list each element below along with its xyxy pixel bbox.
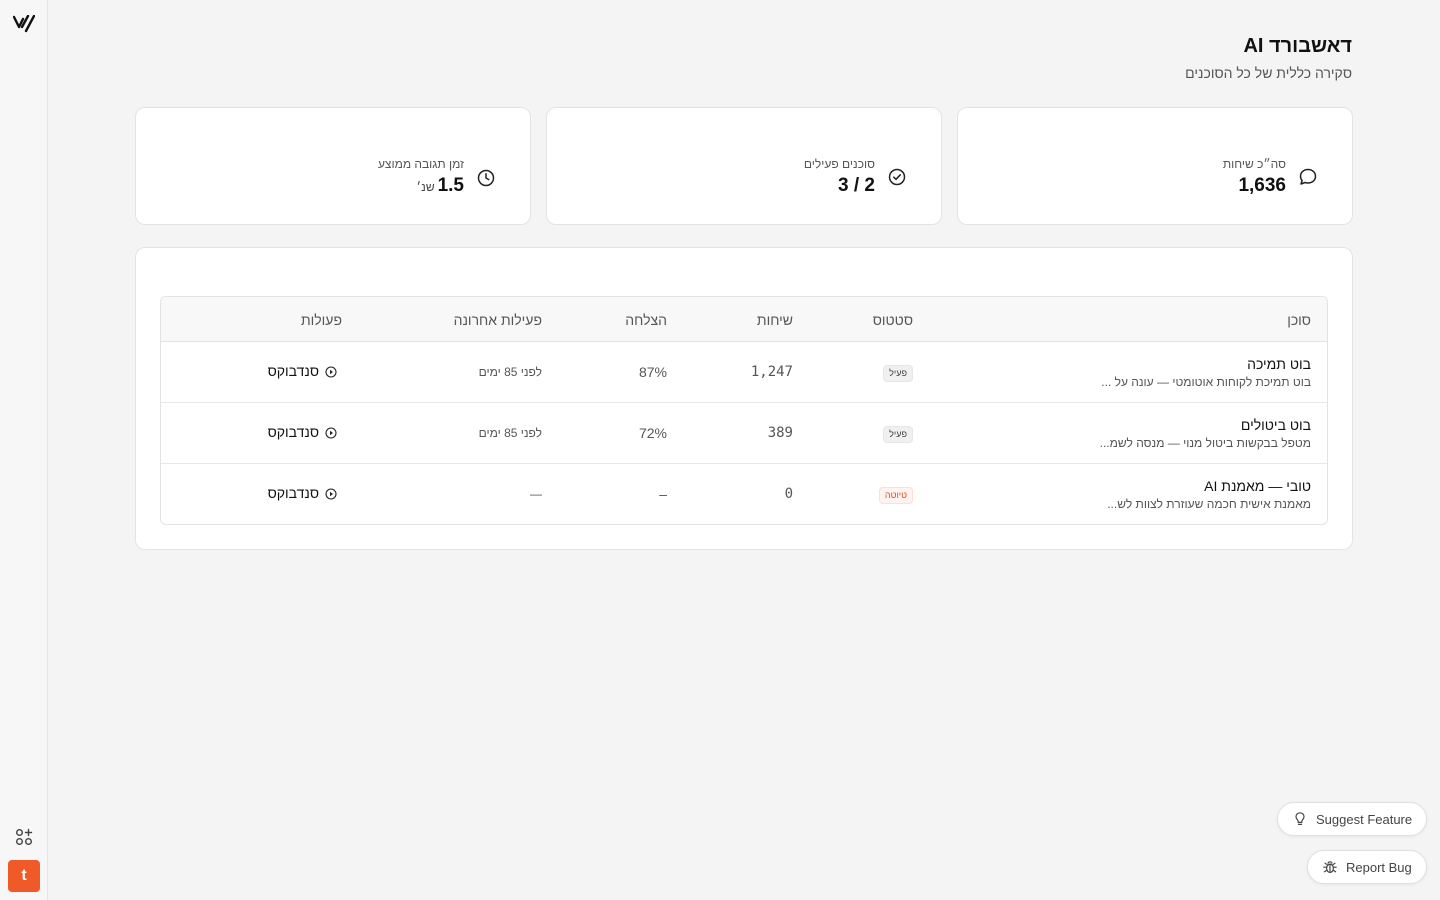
status-badge: טיוטה: [878, 487, 913, 504]
suggest-feature-label: Suggest Feature: [1316, 811, 1413, 827]
success-rate: 87%: [638, 364, 667, 380]
agent-description: מטפל בבקשות ביטול מנוי — מנסה לשמ...: [1099, 436, 1311, 450]
table-row[interactable]: בוט ביטולים מטפל בבקשות ביטול מנוי — מנס…: [161, 403, 1327, 464]
col-success: הצלחה: [625, 312, 667, 328]
lightbulb-icon: [1295, 812, 1305, 825]
conversations-count: 1,247: [750, 364, 793, 380]
logo-icon: [13, 15, 35, 33]
play-circle-icon: [325, 365, 337, 378]
suggest-feature-button[interactable]: Suggest Feature: [1277, 802, 1428, 836]
page-title: דאשבורד AI: [1243, 35, 1352, 57]
stat-card-total-conversations: סה״כ שיחות 1,636: [957, 107, 1353, 225]
status-badge: פעיל: [883, 426, 913, 443]
report-bug-label: Report Bug: [1346, 859, 1412, 875]
sandbox-button[interactable]: סנדבוקס: [268, 485, 337, 502]
agent-name[interactable]: בוט תמיכה: [1247, 356, 1311, 373]
agent-name[interactable]: טובי — מאמנת AI: [1204, 478, 1311, 495]
last-activity: —: [530, 487, 542, 501]
stat-label: סוכנים פעילים: [803, 157, 875, 171]
stat-value: 1,636: [1238, 175, 1286, 196]
last-activity: לפני 85 ימים: [478, 365, 542, 379]
sandbox-label: סנדבוקס: [267, 424, 319, 440]
agent-description: מאמנת אישית חכמה שעוזרת לצוות לש...: [1107, 497, 1311, 511]
success-rate: –: [659, 486, 667, 502]
apps-icon[interactable]: [15, 828, 33, 846]
agents-panel: סוכן סטטוס שיחות הצלחה פעילות אחרונה פעו…: [135, 247, 1353, 550]
stat-label: סה״כ שיחות: [1222, 157, 1286, 171]
col-agent: סוכן: [1287, 312, 1311, 328]
col-status: סטטוס: [872, 312, 913, 328]
sandbox-label: סנדבוקס: [267, 363, 319, 379]
col-actions: פעולות: [300, 312, 342, 328]
success-rate: 72%: [638, 425, 667, 441]
sandbox-label: סנדבוקס: [267, 485, 319, 501]
col-last-activity: פעילות אחרונה: [453, 312, 542, 328]
sandbox-button[interactable]: סנדבוקס: [268, 363, 337, 380]
table-header: סוכן סטטוס שיחות הצלחה פעילות אחרונה פעו…: [161, 297, 1327, 342]
agent-name[interactable]: בוט ביטולים: [1241, 417, 1311, 434]
stat-card-avg-response-time: זמן תגובה ממוצע 1.5שנ׳: [135, 107, 531, 225]
table-row[interactable]: בוט תמיכה בוט תמיכת לקוחות אוטומטי — עונ…: [161, 342, 1327, 403]
col-conversations: שיחות: [756, 312, 793, 328]
stat-value-number: 1.5: [437, 175, 464, 196]
page-subtitle: סקירה כללית של כל הסוכנים: [1185, 65, 1352, 81]
play-circle-icon: [325, 426, 337, 439]
last-activity: לפני 85 ימים: [478, 426, 542, 440]
conversations-count: 389: [767, 425, 793, 441]
status-badge: פעיל: [883, 365, 913, 382]
table-row[interactable]: טובי — מאמנת AI מאמנת אישית חכמה שעוזרת …: [161, 464, 1327, 524]
stat-value: 2 / 3: [838, 175, 875, 196]
chat-bubble-icon: [1298, 167, 1318, 187]
conversations-count: 0: [784, 486, 793, 502]
sidebar: t: [0, 0, 48, 900]
clock-icon: [476, 168, 496, 188]
stat-card-active-agents: סוכנים פעילים 2 / 3: [546, 107, 942, 225]
page-header: דאשבורד AI סקירה כללית של כל הסוכנים: [1185, 34, 1352, 82]
agents-table: סוכן סטטוס שיחות הצלחה פעילות אחרונה פעו…: [160, 296, 1328, 525]
bug-icon: [1323, 861, 1337, 874]
app-logo[interactable]: [12, 13, 36, 35]
check-circle-icon: [887, 167, 907, 187]
stat-unit: שנ׳: [416, 180, 435, 194]
user-avatar[interactable]: t: [8, 860, 40, 892]
play-circle-icon: [325, 487, 337, 500]
stat-value: 1.5שנ׳: [378, 174, 464, 199]
report-bug-button[interactable]: Report Bug: [1307, 850, 1427, 884]
stat-label: זמן תגובה ממוצע: [377, 157, 464, 171]
sandbox-button[interactable]: סנדבוקס: [268, 424, 337, 441]
agent-description: בוט תמיכת לקוחות אוטומטי — עונה על ...: [1101, 375, 1311, 389]
